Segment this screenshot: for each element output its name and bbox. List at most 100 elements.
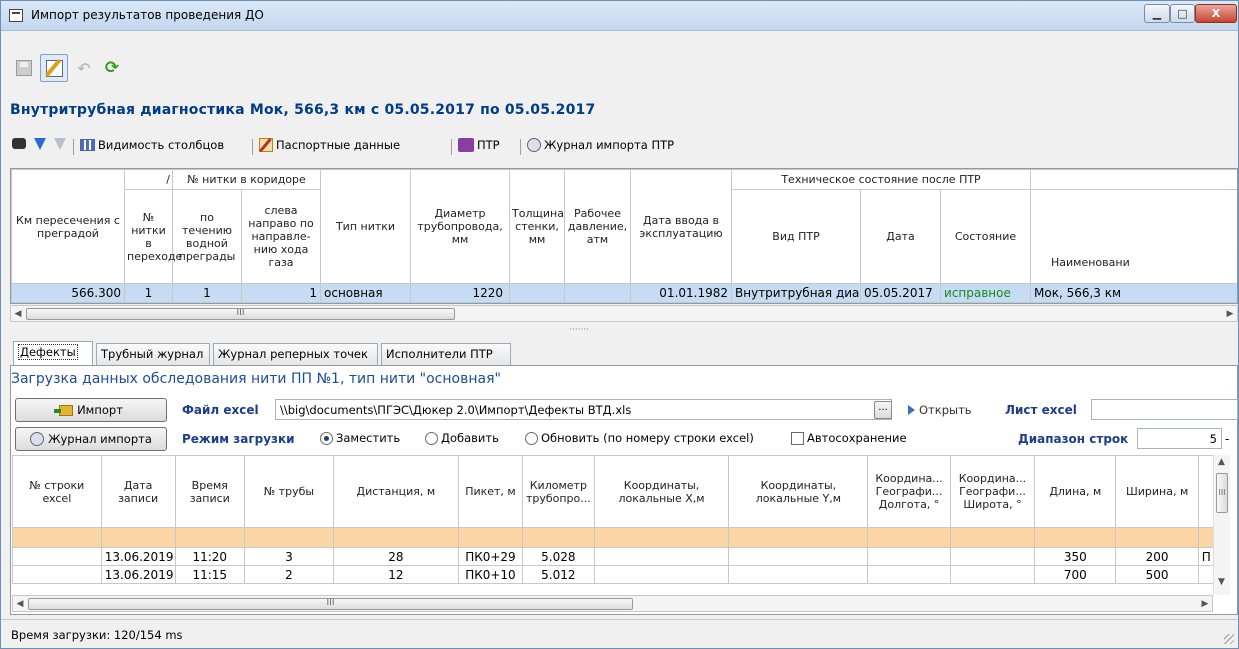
columns-visibility-button[interactable]: Видимость столбцов	[80, 138, 224, 152]
col-header[interactable]: Координаты, локальные X,м	[593, 455, 730, 528]
header-ptr-type[interactable]: Вид ПТР	[731, 189, 862, 284]
table-cell[interactable]: 200	[1115, 547, 1199, 566]
tab-benchmark-journal[interactable]: Журнал реперных точек	[213, 343, 378, 365]
scroll-thumb[interactable]: III	[1216, 473, 1228, 513]
sheet-field[interactable]	[1091, 399, 1238, 420]
defects-grid-hscrollbar[interactable]: ◀ III ▶	[12, 595, 1213, 612]
table-row[interactable]: 566.300 1 1 1 основная 1220 01.01.1982 В…	[11, 283, 1237, 303]
top-grid-hscrollbar[interactable]: ◀ III ▶	[10, 305, 1238, 322]
table-cell[interactable]	[593, 547, 730, 566]
ptr-button[interactable]: ПТР	[458, 138, 500, 152]
header-state[interactable]: Состояние	[940, 189, 1032, 284]
cell-left-to-right[interactable]: 1	[240, 283, 322, 303]
cell-km[interactable]: 566.300	[11, 283, 125, 303]
table-cell[interactable]	[867, 565, 951, 584]
radio-add[interactable]: Добавить	[425, 431, 499, 445]
table-cell[interactable]: 12	[332, 565, 459, 584]
col-header[interactable]: Длина, м	[1034, 455, 1117, 528]
table-cell[interactable]: 3	[244, 547, 334, 566]
header-pressure[interactable]: Рабочее давление, атм	[564, 169, 632, 284]
row-range-from[interactable]: 5	[1137, 428, 1222, 449]
table-cell[interactable]: 5.012	[522, 565, 595, 584]
table-cell[interactable]	[12, 565, 102, 584]
table-cell[interactable]: 11:15	[174, 565, 246, 584]
col-header[interactable]: Пикет, м	[457, 455, 524, 528]
save-button[interactable]	[10, 54, 38, 82]
import-journal-button[interactable]: Журнал импорта	[15, 427, 167, 451]
scroll-thumb[interactable]: III	[28, 598, 633, 610]
table-cell[interactable]	[949, 565, 1036, 584]
refresh-button[interactable]: ⟳	[98, 54, 126, 82]
header-commission-date[interactable]: Дата ввода в эксплуатацию	[630, 169, 733, 284]
header-wall-thickness[interactable]: Толщина стенки, мм	[509, 169, 566, 284]
tab-pipe-journal[interactable]: Трубный журнал	[96, 343, 210, 365]
table-cell[interactable]: ПК0+10	[457, 565, 524, 584]
table-row[interactable]: 13.06.2019 11:20 3 28 ПК0+29 5.028 350 200 П	[12, 547, 1213, 566]
tab-ptr-executors[interactable]: Исполнители ПТР	[381, 343, 511, 365]
col-header[interactable]: № строки excel	[12, 455, 102, 528]
table-cell[interactable]: 500	[1115, 565, 1199, 584]
table-cell[interactable]	[12, 547, 102, 566]
table-cell[interactable]: 28	[332, 547, 459, 566]
table-cell[interactable]: 13.06.2019	[100, 565, 176, 584]
cell-diameter[interactable]: 1220	[410, 283, 511, 303]
table-cell[interactable]	[593, 565, 730, 584]
new-row[interactable]	[12, 527, 1213, 548]
open-button[interactable]: Открыть	[908, 403, 972, 417]
header-km[interactable]: Км пересечения с преградой	[11, 169, 125, 284]
table-cell[interactable]	[949, 547, 1036, 566]
import-button[interactable]: Импорт	[15, 398, 167, 422]
radio-replace[interactable]: Заместить	[320, 431, 400, 445]
table-cell[interactable]	[728, 547, 869, 566]
col-header[interactable]: Время записи	[174, 455, 246, 528]
col-header[interactable]: Километр трубопро...	[522, 455, 595, 528]
maximize-button[interactable]: □	[1170, 4, 1195, 23]
ptr-import-journal-button[interactable]: Журнал импорта ПТР	[527, 138, 674, 152]
table-row[interactable]: 13.06.2019 11:15 2 12 ПК0+10 5.012 700 500	[12, 565, 1213, 584]
table-cell[interactable]: П	[1197, 547, 1213, 566]
scroll-up-icon[interactable]: ▲	[1218, 457, 1225, 467]
header-date[interactable]: Дата	[860, 189, 942, 284]
table-cell[interactable]	[728, 565, 869, 584]
cell-pressure[interactable]	[564, 283, 632, 303]
radio-update[interactable]: Обновить (по номеру строки excel)	[525, 431, 754, 445]
filter-button[interactable]	[34, 138, 46, 150]
cell-date[interactable]: 05.05.2017	[860, 283, 942, 303]
header-diameter[interactable]: Диаметр трубопровода, мм	[410, 169, 511, 284]
find-button[interactable]	[12, 138, 26, 149]
col-header[interactable]: № трубы	[244, 455, 334, 528]
col-header[interactable]: Координа... Географи... Долгота, °	[867, 455, 951, 528]
scroll-thumb[interactable]: III	[26, 308, 455, 320]
header-name[interactable]: Наименовани	[1030, 189, 1237, 284]
table-cell[interactable]	[1197, 565, 1213, 584]
table-cell[interactable]: 5.028	[522, 547, 595, 566]
passport-data-button[interactable]: Паспортные данные	[259, 138, 400, 152]
scroll-right-icon[interactable]: ▶	[1225, 309, 1235, 319]
undo-button[interactable]: ↶	[70, 54, 98, 82]
table-cell[interactable]: 700	[1034, 565, 1117, 584]
scroll-down-icon[interactable]: ▼	[1218, 577, 1225, 587]
tab-defects[interactable]: Дефекты	[13, 341, 93, 365]
table-cell[interactable]: 11:20	[174, 547, 246, 566]
cell-along-flow[interactable]: 1	[172, 283, 242, 303]
close-button[interactable]: X	[1195, 4, 1237, 23]
autosave-checkbox[interactable]: Автосохранение	[791, 431, 907, 445]
scroll-left-icon[interactable]: ◀	[13, 309, 23, 319]
header-line-type[interactable]: Тип нитки	[320, 169, 412, 284]
table-cell[interactable]: ПК0+29	[457, 547, 524, 566]
cell-ptr-type[interactable]: Внутритрубная диагн	[731, 283, 862, 303]
clear-filter-button[interactable]	[54, 138, 66, 150]
resize-grip[interactable]	[1224, 634, 1234, 644]
col-header[interactable]: Дистанция, м	[332, 455, 459, 528]
cell-line-type[interactable]: основная	[320, 283, 412, 303]
table-cell[interactable]	[867, 547, 951, 566]
table-cell[interactable]: 350	[1034, 547, 1117, 566]
excel-file-field[interactable]: \\big\documents\ПГЭС\Дюкер 2.0\Импорт\Де…	[275, 399, 892, 420]
cell-name[interactable]: Мок, 566,3 км	[1030, 283, 1237, 303]
minimize-button[interactable]: ▁	[1144, 4, 1170, 23]
col-header[interactable]: Дата записи	[100, 455, 176, 528]
cell-in-crossing[interactable]: 1	[124, 283, 173, 303]
col-header[interactable]: Координа... Географи... Широта, °	[949, 455, 1036, 528]
browse-button[interactable]: ...	[874, 401, 892, 419]
edit-button[interactable]	[40, 54, 68, 82]
